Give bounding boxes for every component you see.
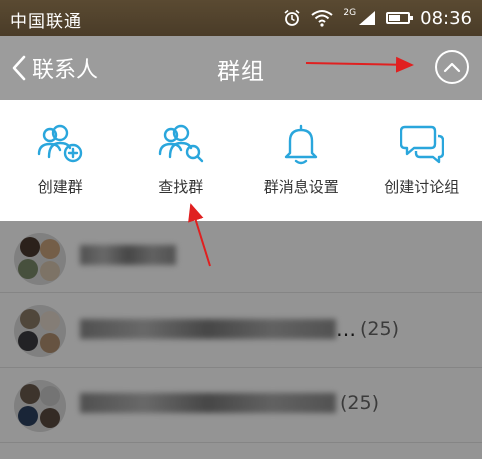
group-message-settings-label: 群消息设置 — [263, 178, 339, 196]
page-title: 群组 — [217, 59, 265, 85]
create-group-label: 创建群 — [37, 178, 83, 196]
create-group-icon — [38, 124, 83, 163]
create-group-button[interactable]: 创建群 — [0, 100, 121, 221]
bell-icon — [285, 124, 318, 165]
group-message-settings-button[interactable]: 群消息设置 — [241, 100, 362, 221]
status-icons: 2G 08:36 — [283, 6, 472, 30]
search-group-button[interactable]: 查找群 — [121, 100, 242, 221]
search-group-label: 查找群 — [158, 178, 204, 196]
alarm-icon — [284, 9, 300, 26]
carrier-name: 中国联通 — [10, 12, 82, 32]
chevron-up-icon — [443, 62, 461, 73]
search-group-icon — [158, 124, 203, 163]
chat-bubbles-icon — [399, 125, 444, 164]
group-actions-menu: 创建群 查找群 群消息设置 创建讨论组 — [0, 100, 482, 221]
create-discussion-label: 创建讨论组 — [384, 178, 460, 196]
nav-bar: 联系人 群组 — [0, 36, 482, 100]
dim-overlay[interactable] — [0, 221, 482, 459]
network-type: 2G — [343, 7, 357, 18]
create-discussion-button[interactable]: 创建讨论组 — [362, 100, 482, 221]
collapse-menu-button[interactable] — [435, 50, 469, 84]
status-bar: 中国联通 2G 08:36 — [0, 0, 482, 36]
battery-level — [389, 15, 400, 21]
wifi-icon — [311, 10, 334, 27]
clock: 08:36 — [420, 7, 472, 29]
battery-icon — [386, 12, 414, 24]
signal-icon — [359, 11, 376, 25]
